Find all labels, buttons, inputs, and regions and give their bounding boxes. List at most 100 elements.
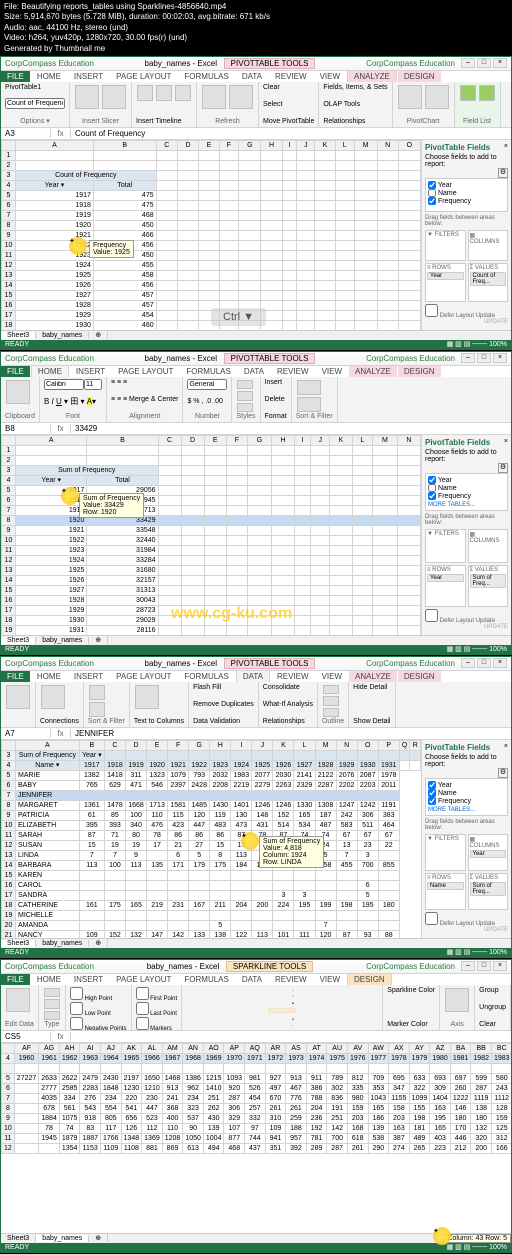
sheet-tab-sheet3[interactable]: Sheet3 bbox=[1, 940, 36, 947]
tab-home[interactable]: HOME bbox=[31, 365, 69, 377]
ungroup-icon[interactable] bbox=[323, 696, 339, 705]
tab-view[interactable]: VIEW bbox=[316, 671, 348, 682]
font-select[interactable] bbox=[44, 379, 84, 390]
texttocolumns-icon[interactable] bbox=[135, 685, 159, 709]
tab-view[interactable]: VIEW bbox=[314, 974, 346, 985]
max-icon[interactable]: □ bbox=[477, 353, 491, 363]
tab-design[interactable]: DESIGN bbox=[347, 973, 392, 985]
dz-rows[interactable]: ≡ ROWSYear bbox=[425, 565, 466, 607]
tab-formulas[interactable]: FORMULAS bbox=[178, 974, 234, 985]
slicer-icon[interactable] bbox=[137, 85, 153, 101]
name-box[interactable]: A3 bbox=[1, 129, 51, 138]
sparkline-column-icon[interactable] bbox=[44, 999, 60, 1008]
field-name[interactable]: Name bbox=[428, 789, 505, 797]
negpoint-check[interactable]: Negative Points bbox=[70, 1017, 127, 1031]
formula-input[interactable]: Count of Frequency bbox=[71, 129, 511, 138]
gear-icon[interactable]: ⚙ bbox=[498, 768, 508, 778]
format-btn[interactable]: Format bbox=[265, 413, 287, 420]
tab-analyze[interactable]: ANALYZE bbox=[347, 70, 397, 82]
dz-values[interactable]: Σ VALUESCount of Freq... bbox=[468, 263, 509, 302]
max-icon[interactable]: □ bbox=[477, 961, 491, 971]
worksheet-grid[interactable]: ✦ Sum of FrequencyValue: 4,818Column: 19… bbox=[1, 740, 421, 938]
more-tables[interactable]: MORE TABLES... bbox=[428, 807, 505, 813]
worksheet-grid[interactable]: AFAGAHAIAJAKALAMANAOAPAQARASATAUAVAWAXAY… bbox=[1, 1043, 511, 1233]
tab-insert[interactable]: INSERT bbox=[68, 671, 109, 682]
whatif-btn[interactable]: What-If Analysis bbox=[263, 701, 313, 708]
hidedetail-btn[interactable]: Hide Detail bbox=[353, 684, 390, 691]
recommended-icon[interactable] bbox=[425, 85, 449, 109]
refresh-icon[interactable] bbox=[41, 685, 65, 709]
tab-pagelayout[interactable]: PAGE LAYOUT bbox=[110, 974, 177, 985]
sheet-tab-sheet3[interactable]: Sheet3 bbox=[1, 1235, 36, 1242]
worksheet-grid[interactable]: ✦ FrequencyValue: 1925 Ctrl ▼ ABCDEFGHIJ… bbox=[1, 140, 421, 330]
dz-rows[interactable]: ≡ ROWSYear bbox=[425, 263, 466, 302]
tab-file[interactable]: FILE bbox=[1, 671, 30, 682]
paste-icon[interactable] bbox=[6, 380, 30, 404]
name-box[interactable]: CS5 bbox=[1, 1032, 51, 1041]
tab-view[interactable]: VIEW bbox=[314, 71, 346, 82]
markers-check[interactable]: Markers bbox=[136, 1017, 178, 1031]
filter-conn-icon[interactable] bbox=[175, 85, 191, 101]
pivottable-fields-pane[interactable]: PivotTable Fields× Choose fields to add … bbox=[421, 140, 511, 330]
tab-review[interactable]: REVIEW bbox=[269, 71, 313, 82]
close-icon[interactable]: × bbox=[493, 658, 507, 668]
tab-data[interactable]: DATA bbox=[238, 366, 270, 377]
tab-insert[interactable]: INSERT bbox=[68, 71, 109, 82]
field-name[interactable]: Name bbox=[428, 189, 505, 197]
relationships-btn[interactable]: Relationships bbox=[323, 118, 387, 125]
group-btn[interactable]: Group bbox=[479, 987, 506, 994]
pane-close-icon[interactable]: × bbox=[504, 143, 508, 154]
dz-filters[interactable]: ▼ FILTERS bbox=[425, 834, 466, 872]
tab-analyze[interactable]: ANALYZE bbox=[349, 671, 397, 682]
min-icon[interactable]: ‒ bbox=[461, 353, 475, 363]
showdetail-btn[interactable]: Show Detail bbox=[353, 718, 390, 725]
tab-pagelayout[interactable]: PAGE LAYOUT bbox=[110, 671, 177, 682]
move-btn[interactable]: Move PivotTable bbox=[263, 118, 314, 125]
dz-values[interactable]: Σ VALUESSum of Freq... bbox=[468, 873, 509, 910]
tab-review[interactable]: REVIEW bbox=[269, 974, 313, 985]
fx-icon[interactable]: fx bbox=[51, 424, 71, 433]
name-box[interactable]: A7 bbox=[1, 729, 51, 738]
tab-file[interactable]: FILE bbox=[1, 974, 30, 985]
tab-home[interactable]: HOME bbox=[31, 71, 67, 82]
sparkline-line-icon[interactable] bbox=[44, 988, 60, 997]
sparkline-style-gallery[interactable] bbox=[182, 985, 383, 1030]
max-icon[interactable]: □ bbox=[477, 658, 491, 668]
add-sheet-icon[interactable]: ⊕ bbox=[89, 331, 108, 339]
highpoint-check[interactable]: High Point bbox=[70, 987, 127, 1002]
pane-close-icon[interactable]: × bbox=[504, 438, 508, 449]
tab-formulas[interactable]: FORMULAS bbox=[180, 366, 236, 377]
active-field-input[interactable] bbox=[5, 98, 65, 109]
formula-input[interactable]: JENNIFER bbox=[71, 729, 511, 738]
validation-btn[interactable]: Data Validation bbox=[193, 718, 254, 725]
field-name[interactable]: Name bbox=[428, 484, 505, 492]
rel-btn[interactable]: Relationships bbox=[263, 718, 313, 725]
tab-design[interactable]: DESIGN bbox=[398, 671, 441, 682]
filter-icon[interactable] bbox=[89, 702, 105, 717]
tab-file[interactable]: FILE bbox=[1, 366, 30, 377]
font-size[interactable] bbox=[84, 379, 102, 390]
find-icon[interactable] bbox=[297, 397, 321, 412]
refresh-icon[interactable] bbox=[75, 85, 99, 109]
min-icon[interactable]: ‒ bbox=[461, 58, 475, 68]
defer-checkbox[interactable] bbox=[425, 609, 438, 622]
olap-btn[interactable]: OLAP Tools bbox=[323, 101, 387, 108]
more-tables[interactable]: MORE TABLES... bbox=[428, 502, 505, 508]
condfmt-icon[interactable] bbox=[237, 380, 253, 389]
min-icon[interactable]: ‒ bbox=[461, 658, 475, 668]
refresh-btn-icon[interactable] bbox=[202, 85, 226, 109]
fx-icon[interactable]: fx bbox=[51, 1032, 71, 1041]
dz-columns[interactable]: ▦ COLUMNSYear bbox=[468, 834, 509, 872]
axis-icon[interactable] bbox=[445, 988, 469, 1012]
gear-icon[interactable]: ⚙ bbox=[498, 463, 508, 473]
tab-review[interactable]: REVIEW bbox=[271, 671, 315, 682]
flashfill-btn[interactable]: Flash Fill bbox=[193, 684, 254, 691]
sheet-tab-babynames[interactable]: baby_names bbox=[36, 940, 89, 947]
sparkline-color-btn[interactable]: Sparkline Color bbox=[387, 987, 435, 994]
clear-btn[interactable]: Clear bbox=[263, 84, 314, 91]
add-sheet-icon[interactable]: ⊕ bbox=[89, 1234, 108, 1242]
tab-home[interactable]: HOME bbox=[31, 671, 67, 682]
tab-pagelayout[interactable]: PAGE LAYOUT bbox=[112, 366, 179, 377]
marker-color-btn[interactable]: Marker Color bbox=[387, 1021, 435, 1028]
timeline-icon[interactable] bbox=[156, 85, 172, 101]
